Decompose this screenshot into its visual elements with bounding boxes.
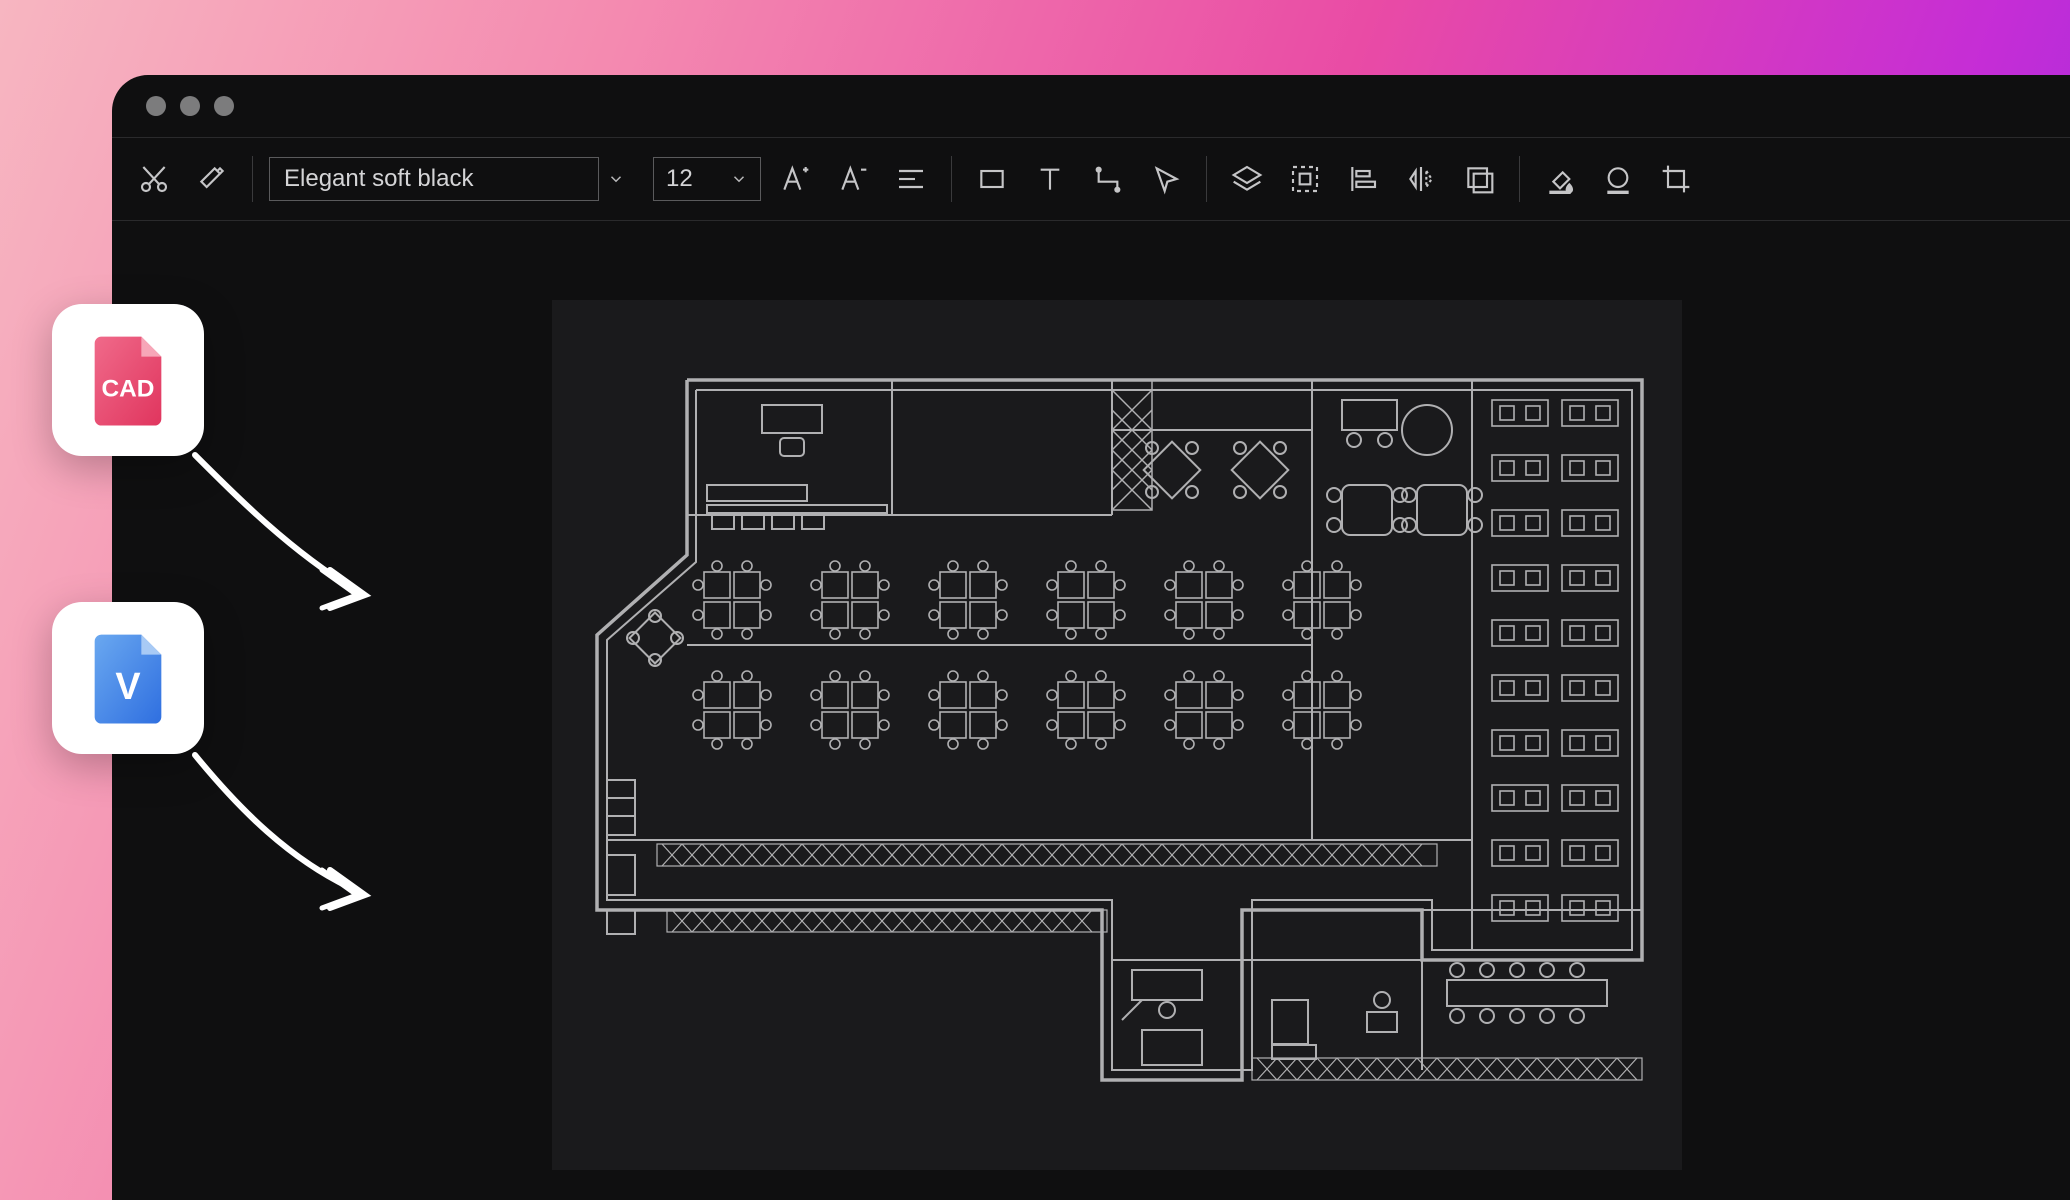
font-decrease-icon xyxy=(837,163,869,195)
cut-button[interactable] xyxy=(130,155,178,203)
crop-dropdown[interactable] xyxy=(1652,155,1700,203)
format-painter-icon xyxy=(196,163,228,195)
separator xyxy=(1519,156,1520,202)
flip-icon xyxy=(1405,163,1437,195)
separator xyxy=(112,220,2070,221)
separator xyxy=(252,156,253,202)
stroke-icon xyxy=(1602,163,1634,195)
align-dropdown[interactable] xyxy=(887,155,935,203)
window-minimize[interactable] xyxy=(180,96,200,116)
flip-button[interactable] xyxy=(1397,155,1445,203)
svg-text:CAD: CAD xyxy=(102,376,155,403)
toolbar: Elegant soft black 12 xyxy=(112,138,2070,220)
group-button[interactable] xyxy=(1281,155,1329,203)
font-family-select[interactable]: Elegant soft black xyxy=(269,157,599,201)
align-left-button[interactable] xyxy=(1339,155,1387,203)
bounds-button[interactable] xyxy=(1455,155,1503,203)
titlebar xyxy=(112,75,2070,137)
pointer-icon xyxy=(1150,163,1182,195)
pointer-tool[interactable] xyxy=(1142,155,1190,203)
separator xyxy=(951,156,952,202)
layers-icon xyxy=(1231,163,1263,195)
app-window: Elegant soft black 12 xyxy=(112,75,2070,1200)
fill-icon xyxy=(1544,163,1576,195)
canvas[interactable] xyxy=(552,300,1682,1170)
stroke-dropdown[interactable] xyxy=(1594,155,1642,203)
font-size-value: 12 xyxy=(666,165,693,193)
font-decrease-button[interactable] xyxy=(829,155,877,203)
align-left-icon xyxy=(1347,163,1379,195)
font-increase-icon xyxy=(779,163,811,195)
arrow-icon xyxy=(180,440,400,620)
rectangle-icon xyxy=(976,163,1008,195)
separator xyxy=(1206,156,1207,202)
group-icon xyxy=(1289,163,1321,195)
floor-plan-drawing xyxy=(552,300,1682,1170)
crop-icon xyxy=(1660,163,1692,195)
connector-icon xyxy=(1092,163,1124,195)
fill-dropdown[interactable] xyxy=(1536,155,1584,203)
window-close[interactable] xyxy=(146,96,166,116)
font-size-select[interactable]: 12 xyxy=(653,157,761,201)
bounds-icon xyxy=(1463,163,1495,195)
align-icon xyxy=(895,163,927,195)
window-maximize[interactable] xyxy=(214,96,234,116)
text-tool[interactable] xyxy=(1026,155,1074,203)
connector-tool[interactable] xyxy=(1084,155,1132,203)
cad-file-icon: CAD xyxy=(82,330,174,430)
cad-file-badge: CAD xyxy=(52,304,204,456)
font-increase-button[interactable] xyxy=(771,155,819,203)
cut-icon xyxy=(138,163,170,195)
layers-button[interactable] xyxy=(1223,155,1271,203)
svg-text:V: V xyxy=(115,666,140,708)
visio-file-badge: V xyxy=(52,602,204,754)
arrow-icon xyxy=(180,740,400,920)
chevron-down-icon xyxy=(730,170,748,188)
visio-file-icon: V xyxy=(82,628,174,728)
font-family-value: Elegant soft black xyxy=(284,165,473,193)
chevron-down-icon xyxy=(607,170,625,188)
text-icon xyxy=(1034,163,1066,195)
format-painter-button[interactable] xyxy=(188,155,236,203)
rectangle-tool[interactable] xyxy=(968,155,1016,203)
